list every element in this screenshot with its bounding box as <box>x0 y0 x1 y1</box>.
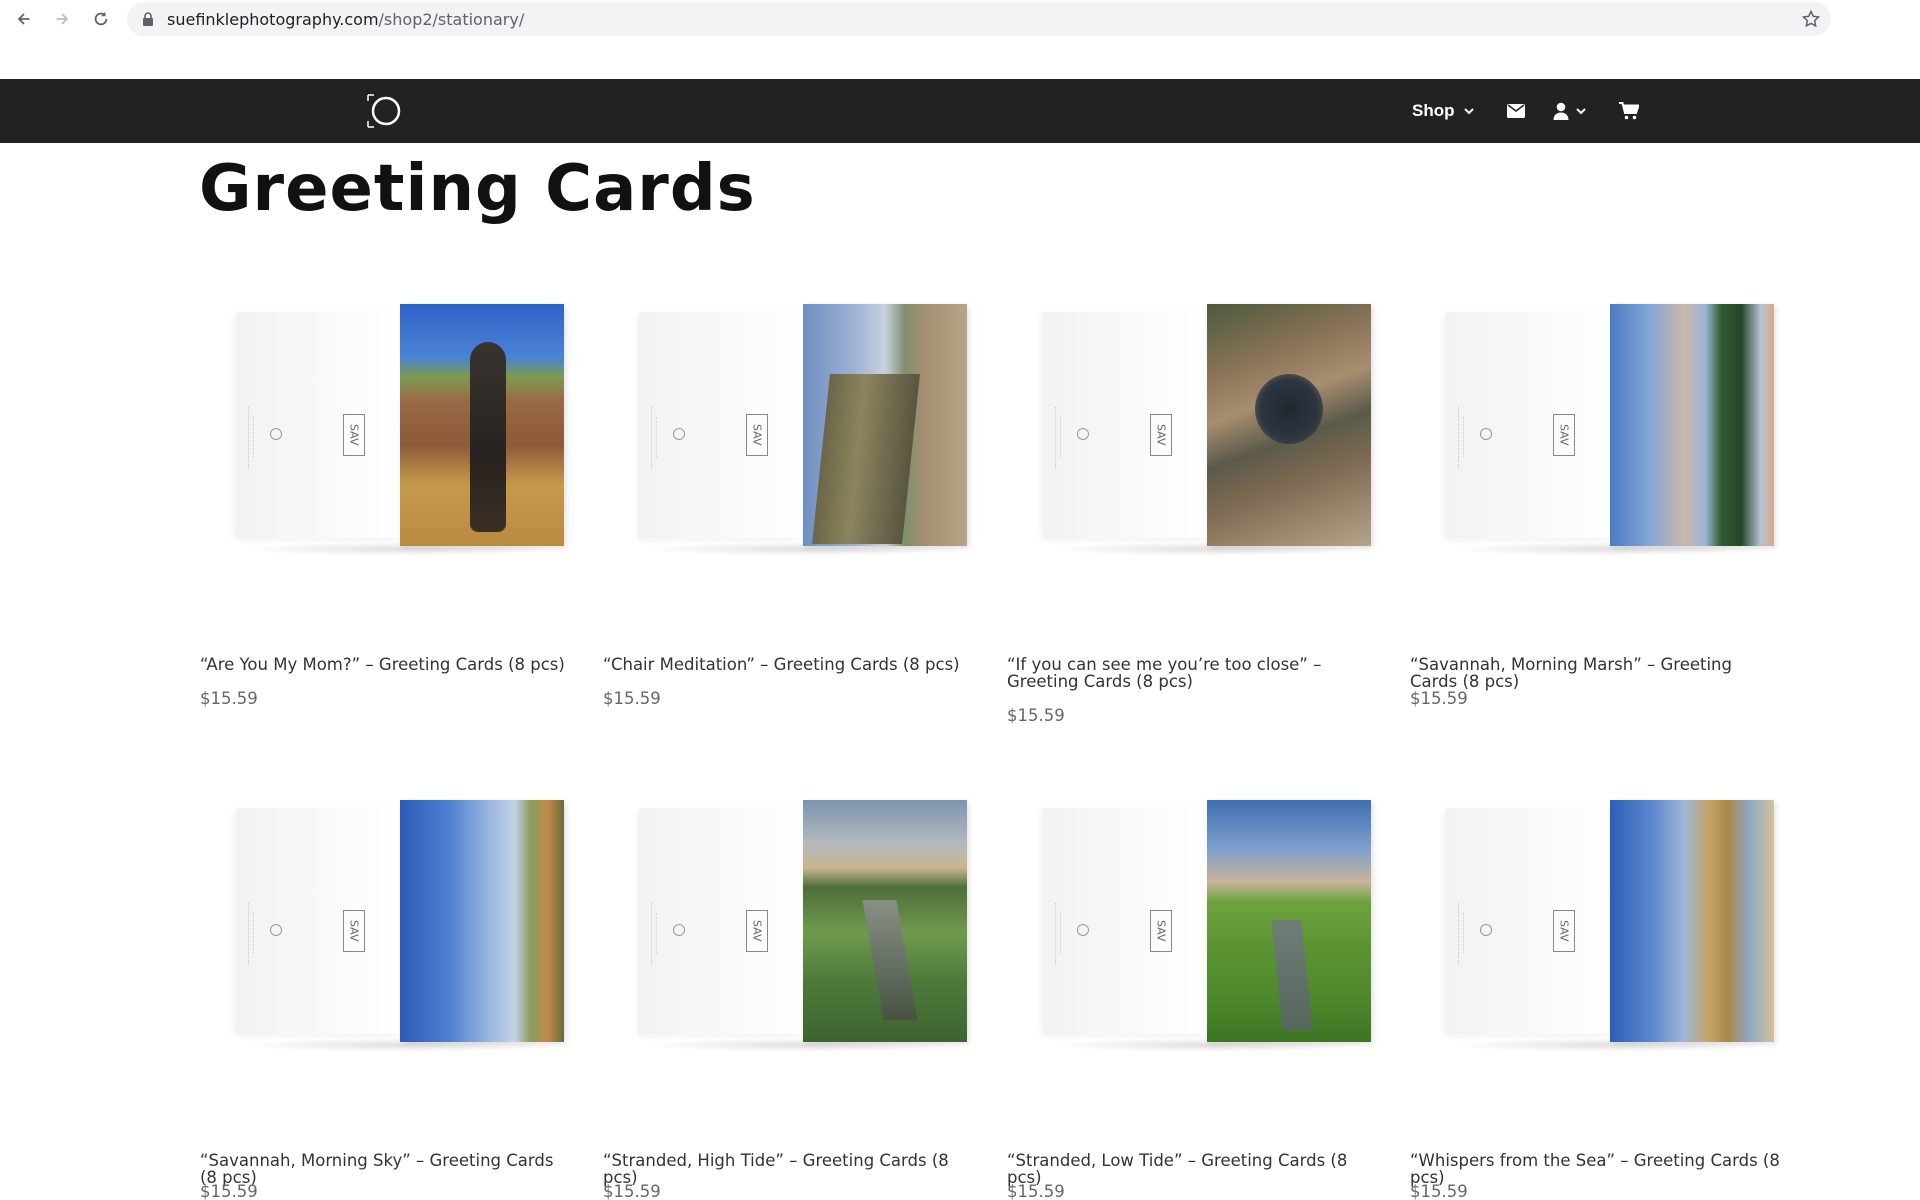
menu-shop[interactable]: Shop <box>1412 79 1475 143</box>
product-price: $15.59 <box>1007 1182 1065 1200</box>
product-price: $15.59 <box>603 689 661 708</box>
chevron-down-icon <box>1576 108 1586 115</box>
url-domain: suefinklephotography.com <box>167 10 379 29</box>
page-title: Greeting Cards <box>199 152 756 226</box>
logo-circle-icon[interactable] <box>366 93 404 129</box>
product-image[interactable]: SAV <box>639 800 967 1052</box>
forward-icon[interactable] <box>49 6 75 32</box>
mail-icon[interactable] <box>1507 79 1525 143</box>
product-name[interactable]: “Savannah, Morning Marsh” – Greeting Car… <box>1410 656 1780 690</box>
url-path: /shop2/stationary/ <box>378 10 525 29</box>
user-icon <box>1553 102 1569 120</box>
product-name[interactable]: “If you can see me you’re too close” – G… <box>1007 656 1377 690</box>
product-name[interactable]: “Whispers from the Sea” – Greeting Cards… <box>1410 1152 1780 1186</box>
bookmark-star-icon[interactable] <box>1801 9 1821 29</box>
product-price: $15.59 <box>200 1182 258 1200</box>
product-image[interactable]: SAV <box>639 304 967 556</box>
product-image[interactable]: SAV <box>1043 304 1371 556</box>
product-name[interactable]: “Stranded, High Tide” – Greeting Cards (… <box>603 1152 973 1186</box>
browser-toolbar: suefinklephotography.com/shop2/stationar… <box>0 0 1920 40</box>
reload-icon[interactable] <box>88 6 114 32</box>
product-image[interactable]: SAV <box>236 800 564 1052</box>
back-icon[interactable] <box>11 6 37 32</box>
product-price: $15.59 <box>603 1182 661 1200</box>
product-image[interactable]: SAV <box>1446 800 1774 1052</box>
menu-shop-label: Shop <box>1412 101 1455 120</box>
product-name[interactable]: “Are You My Mom?” – Greeting Cards (8 pc… <box>200 656 570 673</box>
product-name[interactable]: “Chair Meditation” – Greeting Cards (8 p… <box>603 656 973 673</box>
product-image[interactable]: SAV <box>1043 800 1371 1052</box>
cart-icon[interactable] <box>1619 79 1639 143</box>
product-image[interactable]: SAV <box>1446 304 1774 556</box>
product-price: $15.59 <box>1410 689 1468 708</box>
url-text: suefinklephotography.com/shop2/stationar… <box>167 10 524 29</box>
product-name[interactable]: “Stranded, Low Tide” – Greeting Cards (8… <box>1007 1152 1377 1186</box>
lock-icon <box>140 11 156 27</box>
chevron-down-icon <box>1463 108 1474 115</box>
product-image[interactable]: SAV <box>236 304 564 556</box>
product-price: $15.59 <box>200 689 258 708</box>
product-price: $15.59 <box>1007 706 1065 725</box>
address-bar[interactable]: suefinklephotography.com/shop2/stationar… <box>127 2 1831 36</box>
product-name[interactable]: “Savannah, Morning Sky” – Greeting Cards… <box>200 1152 570 1186</box>
user-menu[interactable] <box>1553 79 1587 143</box>
site-header: Shop <box>0 79 1920 143</box>
product-price: $15.59 <box>1410 1182 1468 1200</box>
